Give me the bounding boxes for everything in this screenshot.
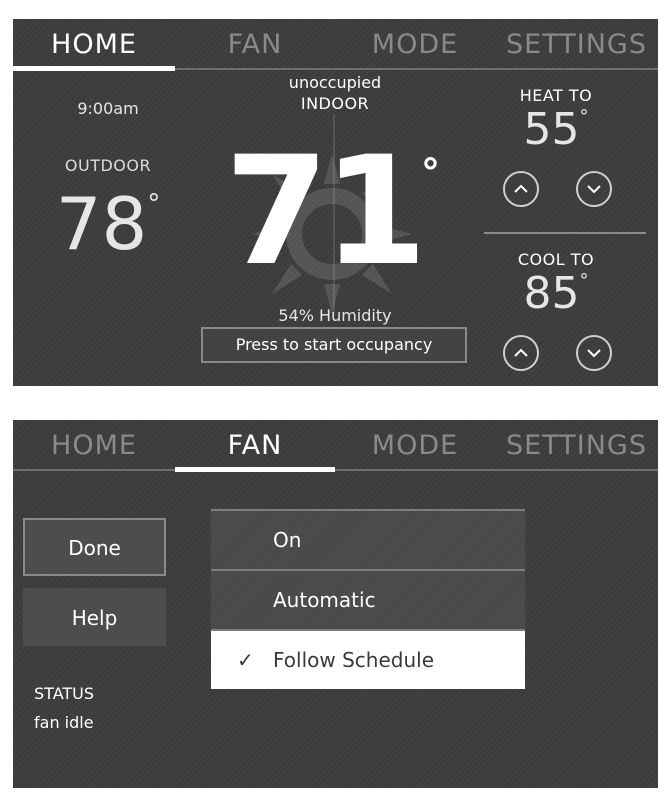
done-button[interactable]: Done (23, 518, 166, 576)
option-label: On (273, 528, 302, 552)
cool-to-label: COOL TO (517, 250, 595, 269)
tab-bar: HOME FAN MODE SETTINGS (13, 420, 658, 472)
active-tab-indicator (175, 467, 335, 472)
tab-bar: HOME FAN MODE SETTINGS (13, 19, 658, 71)
fan-option-automatic[interactable]: Automatic (211, 569, 525, 629)
outdoor-temp-value: 78 (55, 182, 148, 266)
fan-option-follow-schedule[interactable]: ✓ Follow Schedule (211, 629, 525, 689)
degree-symbol: ° (147, 189, 161, 219)
tab-mode[interactable]: MODE (335, 420, 495, 472)
tab-settings[interactable]: SETTINGS (495, 19, 658, 71)
outdoor-temperature: 78° (43, 184, 173, 264)
cool-down-button[interactable] (576, 335, 612, 371)
tab-fan[interactable]: FAN (175, 19, 335, 71)
tab-home[interactable]: HOME (13, 420, 175, 472)
active-tab-indicator (13, 66, 175, 71)
home-screen: HOME FAN MODE SETTINGS 9:00am OUTDOOR 78… (13, 19, 658, 386)
indoor-temperature: 71 (224, 125, 428, 299)
fan-option-on[interactable]: On (211, 509, 525, 569)
cool-setpoint-value: 85 (523, 268, 580, 319)
current-time: 9:00am (77, 99, 139, 118)
option-label: Automatic (273, 588, 376, 612)
cool-up-button[interactable] (503, 335, 539, 371)
help-button[interactable]: Help (23, 588, 166, 646)
fan-options-list: On Automatic ✓ Follow Schedule (211, 509, 525, 689)
occupancy-status: unoccupied (288, 73, 382, 92)
heat-setpoint: 55° (491, 105, 621, 155)
fan-screen: HOME FAN MODE SETTINGS Done Help STATUS … (13, 420, 658, 788)
tab-mode[interactable]: MODE (335, 19, 495, 71)
cool-setpoint: 85° (491, 269, 621, 319)
fan-status-value: fan idle (34, 713, 94, 732)
heat-setpoint-value: 55 (523, 104, 580, 155)
outdoor-label: OUTDOOR (64, 156, 152, 175)
chevron-down-icon (587, 185, 601, 194)
chevron-up-icon (514, 184, 528, 193)
heat-up-button[interactable] (503, 171, 539, 207)
degree-symbol: ° (579, 106, 589, 127)
indoor-label: INDOOR (300, 94, 370, 113)
humidity-readout: 54% Humidity (278, 306, 392, 325)
heat-down-button[interactable] (576, 171, 612, 207)
tab-home[interactable]: HOME (13, 19, 175, 71)
tab-settings[interactable]: SETTINGS (495, 420, 658, 472)
chevron-up-icon (514, 348, 528, 357)
tab-divider (13, 469, 658, 471)
degree-symbol: ° (579, 270, 589, 291)
start-occupancy-button[interactable]: Press to start occupancy (201, 327, 467, 363)
heat-to-label: HEAT TO (519, 86, 593, 105)
option-label: Follow Schedule (273, 648, 434, 672)
indoor-degree-symbol: ° (421, 151, 440, 195)
chevron-down-icon (587, 349, 601, 358)
setpoint-divider (484, 232, 646, 234)
tab-fan[interactable]: FAN (175, 420, 335, 472)
check-icon: ✓ (237, 648, 254, 672)
status-label: STATUS (34, 684, 95, 703)
